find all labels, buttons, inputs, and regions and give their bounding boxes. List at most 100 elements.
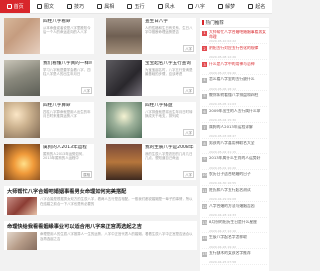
hot-time: 2020-05-10 02:22 <box>209 39 237 43</box>
category-tag[interactable]: 八字 <box>81 87 92 94</box>
article-title[interactable]: 四柱八字算命 <box>43 103 92 109</box>
article-title[interactable]: 四柱八字排盘 <box>145 103 194 109</box>
hot-time: 2020-05-01 10:20 <box>209 165 237 170</box>
article-info: 四柱八字算命 四柱八字算命就是用人出生的年月日时来推算运势八字 <box>40 102 94 138</box>
hot-link[interactable]: 什么是八字中的用神与忌神 <box>209 62 267 71</box>
article-card[interactable]: 属狗的人2013年运程 属狗的人2013年运势如何，2013年属狗的人运程中属相 <box>4 144 94 180</box>
article-title[interactable]: 属狗的人2013年运程 <box>43 145 92 151</box>
hot-link[interactable]: 男孩的八字喜用神取名大全 <box>209 141 267 150</box>
rank-badge: 15 <box>202 251 207 257</box>
article-title[interactable]: 我的生辰八字是2008年农历... <box>145 145 194 151</box>
category-tag[interactable]: 八字 <box>183 45 194 52</box>
hot-text: 大师帮忙八字合婚吧婚姻事看男女命理 2020-05-10 02:22 <box>209 30 267 43</box>
article-title[interactable]: 宝宝起名八字五行查询 <box>145 61 194 67</box>
nav-item-5[interactable]: 风水 <box>151 0 181 13</box>
feature-desc: 八字合婚是根据男女双方的生辰八字，看两人五行是否相配。一般我们都说婚姻是一辈子的… <box>40 197 193 206</box>
nav-label: 风水 <box>164 4 175 10</box>
hot-time: 2020-04-26 19:42 <box>209 244 237 249</box>
sidebar-title: 热门推荐 <box>205 20 224 26</box>
category-tag[interactable]: 八字 <box>183 171 194 178</box>
article-thumbnail[interactable] <box>4 102 40 138</box>
hot-item[interactable]: 12 八字合婚的方法与婚姻吉凶 2020-04-28 14:33 <box>202 202 267 218</box>
home-icon <box>6 4 12 9</box>
article-title[interactable]: 我们看懂八字真的一样吗 <box>43 61 92 67</box>
article-thumbnail[interactable] <box>106 102 142 138</box>
feature-desc: 命理是用人的生辰八字推算人一生的运势，八字中正宫代表人的婚姻，看看生辰八字中正宫… <box>40 232 193 241</box>
article-info: 四柱八字排盘 八字排盘就是将出生年月日时转换成天干地支，排列成 八字 <box>142 102 196 138</box>
hot-item[interactable]: 2 阴阳五行对应五行合化的规律 2020-05-08 12:26 <box>202 44 267 60</box>
nav-item-0[interactable]: 首页 <box>0 0 31 13</box>
hot-link[interactable]: 阴阳五行对应五行合化的规律 <box>209 46 267 55</box>
article-thumbnail[interactable] <box>106 18 142 54</box>
article-card[interactable]: 我们看懂八字真的一样吗 学习八字就是要学会看八字，四柱八字是人的出生年月日八字 <box>4 60 94 96</box>
feature-title[interactable]: 大师帮忙八字合婚吧婚姻事看男女命理如何完美搭配 <box>7 188 194 195</box>
nav-item-7[interactable]: 解梦 <box>212 0 242 13</box>
article-card[interactable]: 宝宝起名八字五行查询 为宝宝起名时，八字五行查询是最基础的步骤，应该考虑八字 <box>106 60 196 96</box>
hot-time: 2020-04-30 16:55 <box>209 181 237 185</box>
article-card[interactable]: 四柱八字排盘 八字排盘就是将出生年月日时转换成天干地支，排列成 八字 <box>106 102 196 138</box>
article-title[interactable]: 四柱八字看命 <box>43 19 92 25</box>
hot-item[interactable]: 10 农历日子适合结婚的日子 2020-04-30 16:55 <box>202 170 267 186</box>
article-thumbnail[interactable] <box>106 144 142 180</box>
article-desc: 为宝宝起名时，八字五行查询是最基础的步骤，应该考虑 <box>145 68 193 77</box>
hot-link[interactable]: 8月份的阳历生日是什么星座 <box>209 220 267 229</box>
hot-item[interactable]: 14 生辰八字起名字怎样取 2020-04-26 19:42 <box>202 233 267 250</box>
hot-link[interactable]: 2013年属什么生肖的人运势好 <box>209 156 267 165</box>
category-tag[interactable]: 八字 <box>183 129 194 136</box>
nav-item-3[interactable]: 属相 <box>91 0 121 13</box>
hot-time: 2020-05-07 09:40 <box>209 70 237 75</box>
article-thumbnail[interactable] <box>4 144 40 180</box>
nav-item-2[interactable]: 技巧 <box>60 0 90 13</box>
hot-item[interactable]: 8 男孩的八字喜用神取名大全 2020-05-02 21:15 <box>202 139 267 155</box>
hot-item[interactable]: 7 属狗的人2013年运程详解 2020-05-03 08:47 <box>202 123 267 139</box>
hot-link[interactable]: 生辰八字起名字怎样取 <box>209 235 267 244</box>
hot-item[interactable]: 4 怎么看八字里的五行缺什么 2020-05-06 18:12 <box>202 75 267 92</box>
article-thumbnail[interactable] <box>106 60 142 96</box>
rank-badge: 5 <box>202 93 207 99</box>
hot-item[interactable]: 1 大师帮忙八字合婚吧婚姻事看男女命理 2020-05-10 02:22 <box>202 28 267 44</box>
hot-link[interactable]: 怎么看八字里的五行缺什么 <box>209 77 267 86</box>
nav-item-8[interactable]: 起名 <box>242 0 272 13</box>
hot-item[interactable]: 6 2009年出生的人五行属什么命 2020-05-04 15:30 <box>202 107 267 123</box>
hot-item[interactable]: 5 教你如何看懂八字排盘和四柱 2020-05-05 11:03 <box>202 91 267 107</box>
article-desc: 属狗的人2013年运势如何，2013年属狗的人运程中 <box>43 152 86 161</box>
hot-link[interactable]: 姓氏和八字五行起名测试 <box>209 188 267 197</box>
hot-link[interactable]: 2009年出生的人五行属什么命 <box>209 109 267 118</box>
nav-item-6[interactable]: 八字 <box>181 0 211 13</box>
nav-item-4[interactable]: 五行 <box>121 0 151 13</box>
nav-label: 属相 <box>104 4 115 10</box>
hot-text: 农历日子适合结婚的日子 2020-04-30 16:55 <box>209 172 267 185</box>
hot-text: 阴阳五行对应五行合化的规律 2020-05-08 12:26 <box>209 46 267 59</box>
hot-item[interactable]: 9 2013年属什么生肖的人运势好 2020-05-01 10:20 <box>202 154 267 171</box>
feature-thumbnail[interactable] <box>7 197 37 215</box>
category-tag[interactable]: 八字 <box>183 87 194 94</box>
category-tag[interactable]: 属相 <box>81 171 92 178</box>
article-card[interactable]: 四柱八字看命 从本命盘或者说是八字里推知今后一个人的命运走向的人八字 <box>4 18 94 54</box>
article-info: 属狗的人2013年运程 属狗的人2013年运势如何，2013年属狗的人运程中属相 <box>40 144 94 180</box>
article-card[interactable]: 查生日八字 人的性格和生日有关系，生日八字中推断命理运势是否 八字 <box>106 18 196 54</box>
article-card[interactable]: 我的生辰八字是2008年农历...我的生辰八字是农历的几月几日几点，想知道自己命… <box>106 144 196 180</box>
article-title[interactable]: 查生日八字 <box>145 19 194 25</box>
hot-item[interactable]: 11 姓氏和八字五行起名测试 2020-04-29 09:08 <box>202 186 267 202</box>
feature-article[interactable]: 大师帮忙八字合婚吧婚姻事看男女命理如何完美搭配八字合婚是根据男女双方的生辰八字，… <box>4 186 197 215</box>
feature-thumbnail[interactable] <box>7 232 37 250</box>
feature-title[interactable]: 命理快给我看看姻缘事业可以适合用八字来正宫再选起之吉 <box>7 223 194 230</box>
hot-link[interactable]: 五行缺木的女孩名字推荐 <box>209 251 267 260</box>
hot-link[interactable]: 农历日子适合结婚的日子 <box>209 172 267 181</box>
hot-link[interactable]: 八字合婚的方法与婚姻吉凶 <box>209 204 267 213</box>
nav-item-1[interactable]: 图文 <box>30 0 60 13</box>
article-thumbnail[interactable] <box>4 18 40 54</box>
rank-badge: 13 <box>202 220 207 226</box>
hot-time: 2020-05-05 11:03 <box>209 102 237 106</box>
article-thumbnail[interactable] <box>4 60 40 96</box>
hot-link[interactable]: 属狗的人2013年运程详解 <box>209 125 267 134</box>
hot-link[interactable]: 大师帮忙八字合婚吧婚姻事看男女命理 <box>209 30 267 39</box>
hot-item[interactable]: 3 什么是八字中的用神与忌神 2020-05-07 09:40 <box>202 60 267 76</box>
hot-item[interactable]: 13 8月份的阳历生日是什么星座 2020-04-27 12:10 <box>202 218 267 234</box>
article-desc: 学习八字就是要学会看八字，四柱八字是人的出生年月日 <box>43 68 91 77</box>
hot-link[interactable]: 教你如何看懂八字排盘和四柱 <box>209 93 267 102</box>
hot-item[interactable]: 15 五行缺木的女孩名字推荐 2020-04-25 07:58 <box>202 249 267 265</box>
article-info: 我们看懂八字真的一样吗 学习八字就是要学会看八字，四柱八字是人的出生年月日八字 <box>40 60 94 96</box>
article-card[interactable]: 四柱八字算命 四柱八字算命就是用人出生的年月日时来推算运势八字 <box>4 102 94 138</box>
feature-article[interactable]: 命理快给我看看姻缘事业可以适合用八字来正宫再选起之吉命理是用人的生辰八字推算人一… <box>4 221 197 250</box>
